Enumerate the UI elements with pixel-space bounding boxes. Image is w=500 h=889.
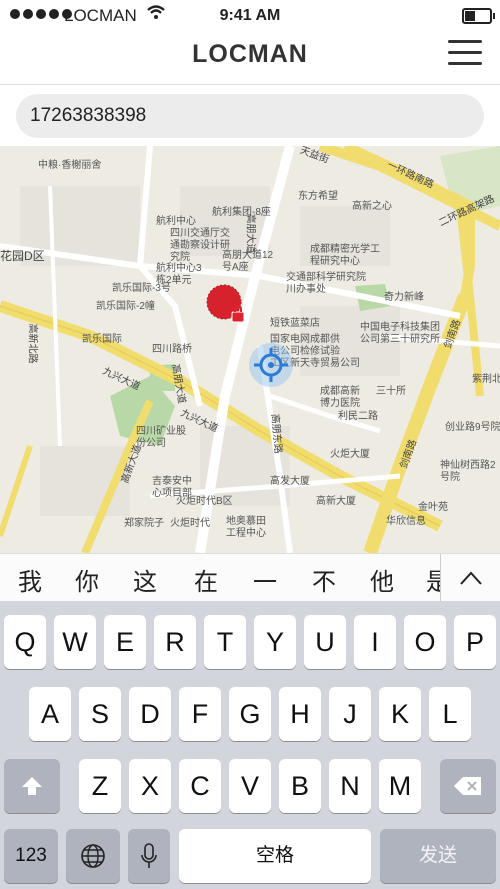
key-b[interactable]: B bbox=[279, 759, 321, 813]
map-label: 凯乐国际-3号 bbox=[112, 283, 171, 294]
key-i[interactable]: I bbox=[354, 615, 396, 669]
shift-icon[interactable] bbox=[4, 759, 60, 813]
key-u[interactable]: U bbox=[304, 615, 346, 669]
navigation-bar: LOCMAN bbox=[0, 32, 500, 85]
key-o[interactable]: O bbox=[404, 615, 446, 669]
map-label: 成都高新博力医院 bbox=[320, 386, 360, 409]
send-key[interactable]: 发送 bbox=[380, 829, 496, 883]
key-g[interactable]: G bbox=[229, 687, 271, 741]
map-label: 火炬大厦 bbox=[330, 449, 370, 460]
map-label: 神仙树西路2号院 bbox=[440, 460, 496, 483]
hamburger-menu-icon[interactable] bbox=[448, 40, 482, 66]
numbers-key[interactable]: 123 bbox=[4, 829, 58, 883]
candidate-word[interactable]: 你 bbox=[75, 562, 99, 597]
microphone-icon[interactable] bbox=[128, 829, 170, 883]
key-v[interactable]: V bbox=[229, 759, 271, 813]
map-view[interactable]: 中粮·香榭丽舍 航利中心 航利集团-8座 东方希望 高新之心 四川交通厅交通勘察… bbox=[0, 146, 500, 553]
chevron-up-icon[interactable] bbox=[440, 554, 500, 602]
app-title: LOCMAN bbox=[192, 40, 308, 68]
map-label: 紫荆北 bbox=[472, 374, 500, 385]
map-label: 高新大厦 bbox=[316, 496, 356, 507]
map-label: 四川交通厅交通勘察设计研究院 bbox=[170, 228, 230, 263]
map-label: 航利中心 bbox=[156, 216, 196, 227]
map-label: 短铁蓝菜店 bbox=[270, 318, 320, 329]
map-label: 奇力新峰 bbox=[384, 292, 424, 303]
map-label: 华欣信息 bbox=[386, 516, 426, 527]
map-label: 新天寺贸易公司 bbox=[290, 358, 360, 369]
key-t[interactable]: T bbox=[204, 615, 246, 669]
key-x[interactable]: X bbox=[129, 759, 171, 813]
map-label: 郑家院子 bbox=[124, 518, 164, 529]
candidate-bar: 我 你 这 在 一 不 他 是 bbox=[0, 553, 500, 602]
globe-icon[interactable] bbox=[66, 829, 120, 883]
map-label: 创业路9号院 bbox=[445, 422, 500, 433]
status-time: 9:41 AM bbox=[219, 7, 281, 24]
map-label: 东方希望 bbox=[298, 191, 338, 202]
key-y[interactable]: Y bbox=[254, 615, 296, 669]
candidate-word[interactable]: 这 bbox=[133, 562, 157, 597]
map-label: 凯乐国际 bbox=[82, 334, 122, 345]
key-m[interactable]: M bbox=[379, 759, 421, 813]
key-w[interactable]: W bbox=[54, 615, 96, 669]
key-a[interactable]: A bbox=[29, 687, 71, 741]
battery-icon bbox=[462, 8, 495, 24]
candidate-word[interactable]: 不 bbox=[312, 562, 336, 597]
candidate-word[interactable]: 一 bbox=[253, 562, 277, 597]
key-c[interactable]: C bbox=[179, 759, 221, 813]
key-p[interactable]: P bbox=[454, 615, 496, 669]
map-label: 中国电子科技集团公司第三十研究所 bbox=[360, 322, 440, 345]
key-e[interactable]: E bbox=[104, 615, 146, 669]
status-bar: LOCMAN 9:41 AM bbox=[0, 0, 500, 32]
key-r[interactable]: R bbox=[154, 615, 196, 669]
phone-number-input[interactable] bbox=[16, 94, 484, 138]
key-h[interactable]: H bbox=[279, 687, 321, 741]
road-label: 高朋大道 bbox=[244, 213, 256, 254]
map-label: 航利集团-8座 bbox=[212, 207, 271, 218]
map-label: 交通部科学研究院川办事处 bbox=[286, 272, 366, 295]
map-label: 金叶苑 bbox=[418, 502, 448, 513]
candidate-word[interactable]: 在 bbox=[194, 562, 218, 597]
map-label: 火炬时代 bbox=[170, 518, 210, 529]
locked-device-marker[interactable] bbox=[206, 284, 246, 324]
keyboard: Q W E R T Y U I O P A S D F G H J K L Z … bbox=[0, 601, 500, 889]
map-label: 花园D区 bbox=[0, 249, 45, 263]
key-j[interactable]: J bbox=[329, 687, 371, 741]
current-location-marker[interactable] bbox=[248, 342, 294, 388]
candidate-word[interactable]: 我 bbox=[18, 562, 42, 597]
space-key[interactable]: 空格 bbox=[179, 829, 371, 883]
key-q[interactable]: Q bbox=[4, 615, 46, 669]
key-f[interactable]: F bbox=[179, 687, 221, 741]
map-label: 中粮·香榭丽舍 bbox=[38, 160, 102, 171]
map-label: 地奥慕田工程中心 bbox=[226, 516, 266, 539]
delete-icon[interactable] bbox=[440, 759, 496, 813]
road-label: 高新北路 bbox=[26, 323, 38, 364]
map-label: 四川路桥 bbox=[152, 344, 192, 355]
map-label: 高新之心 bbox=[352, 201, 392, 212]
key-k[interactable]: K bbox=[379, 687, 421, 741]
map-label: 火炬时代B区 bbox=[176, 496, 233, 507]
map-label: 成都精密光学工程研究中心 bbox=[310, 244, 380, 267]
map-label: 高发大厦 bbox=[270, 476, 310, 487]
candidate-word[interactable]: 他 bbox=[370, 562, 394, 597]
key-s[interactable]: S bbox=[79, 687, 121, 741]
map-label: 凯乐国际-2幢 bbox=[96, 301, 155, 312]
map-label: 高朋大道12号A座 bbox=[222, 250, 274, 273]
key-l[interactable]: L bbox=[429, 687, 471, 741]
key-z[interactable]: Z bbox=[79, 759, 121, 813]
map-label: 三十所 bbox=[376, 386, 406, 397]
map-label: 利民二路 bbox=[338, 411, 378, 422]
key-n[interactable]: N bbox=[329, 759, 371, 813]
key-d[interactable]: D bbox=[129, 687, 171, 741]
